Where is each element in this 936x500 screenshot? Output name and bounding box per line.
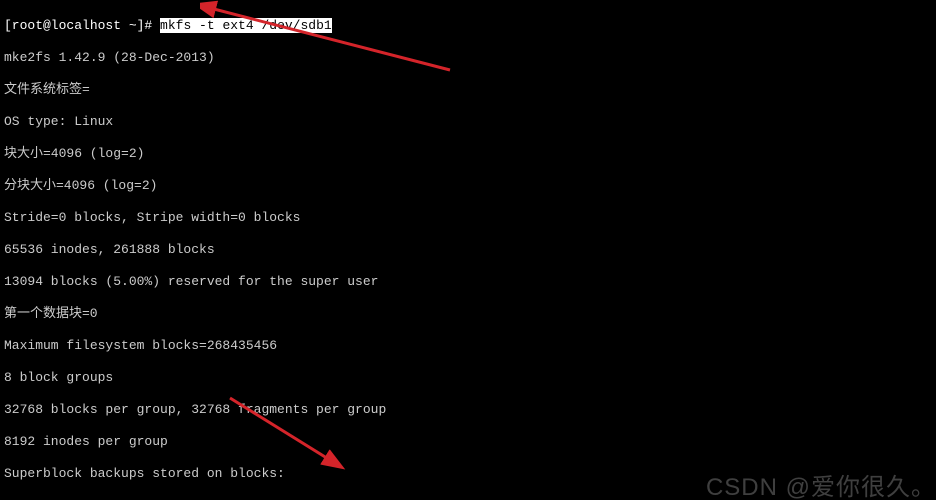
prompt-user: [root@localhost ~]# xyxy=(4,18,152,33)
mkfs-output-line: 8192 inodes per group xyxy=(4,434,932,450)
mkfs-output-line: Maximum filesystem blocks=268435456 xyxy=(4,338,932,354)
prompt-line-1: [root@localhost ~]# mkfs -t ext4 /dev/sd… xyxy=(4,18,932,34)
mkfs-output-line: 13094 blocks (5.00%) reserved for the su… xyxy=(4,274,932,290)
mkfs-output-line: 8 block groups xyxy=(4,370,932,386)
command-mkfs: mkfs -t ext4 /dev/sdb1 xyxy=(160,18,332,33)
terminal[interactable]: [root@localhost ~]# mkfs -t ext4 /dev/sd… xyxy=(0,0,936,500)
mkfs-output-line: 第一个数据块=0 xyxy=(4,306,932,322)
mkfs-output-line: 分块大小=4096 (log=2) xyxy=(4,178,932,194)
mkfs-output-line: 文件系统标签= xyxy=(4,82,932,98)
mkfs-output-line: Stride=0 blocks, Stripe width=0 blocks xyxy=(4,210,932,226)
mkfs-output-line: 65536 inodes, 261888 blocks xyxy=(4,242,932,258)
watermark-text: CSDN @爱你很久。 xyxy=(706,480,936,496)
mkfs-output-line: mke2fs 1.42.9 (28-Dec-2013) xyxy=(4,50,932,66)
mkfs-output-line: OS type: Linux xyxy=(4,114,932,130)
mkfs-output-line: 32768 blocks per group, 32768 fragments … xyxy=(4,402,932,418)
mkfs-output-line: 块大小=4096 (log=2) xyxy=(4,146,932,162)
